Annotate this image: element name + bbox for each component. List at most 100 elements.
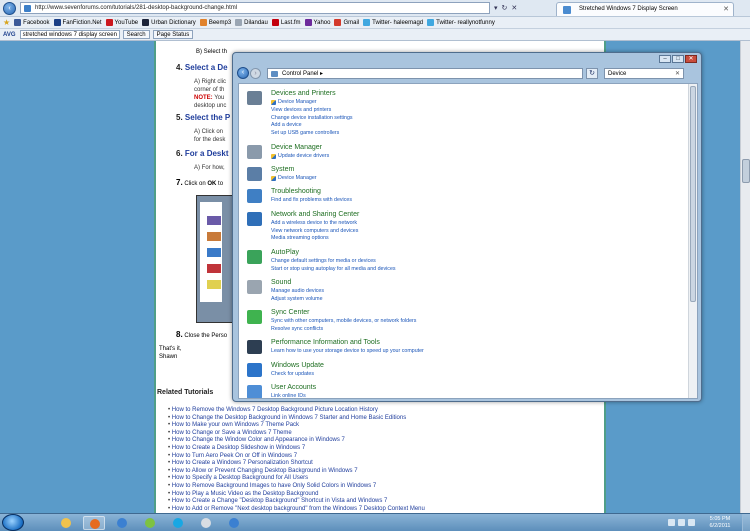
- favorite-link[interactable]: Twitter- haleemagd: [363, 19, 423, 26]
- related-tutorial-item[interactable]: How to Add or Remove "Next desktop backg…: [168, 506, 425, 513]
- related-tutorial-link[interactable]: How to Change the Desktop Background in …: [172, 415, 406, 421]
- taskbar-app-itunes[interactable]: [111, 516, 133, 530]
- category-task-link[interactable]: Adjust system volume: [271, 296, 323, 302]
- related-tutorial-item[interactable]: How to Create a Windows 7 Personalizatio…: [168, 460, 425, 468]
- related-tutorial-link[interactable]: How to Specify a Desktop Background for …: [172, 475, 308, 481]
- category-title-link[interactable]: Troubleshooting: [271, 188, 321, 195]
- related-tutorial-link[interactable]: How to Allow or Prevent Changing Desktop…: [172, 468, 358, 474]
- stop-icon[interactable]: ✕: [511, 4, 517, 12]
- category-task-link[interactable]: Update device drivers: [271, 153, 329, 159]
- cp-back-button[interactable]: ‹: [237, 67, 249, 79]
- category-task-link[interactable]: Change default settings for media or dev…: [271, 258, 376, 264]
- favorite-link[interactable]: YouTube: [105, 19, 138, 26]
- related-tutorial-item[interactable]: How to Remove Background Images to have …: [168, 483, 425, 491]
- related-tutorial-link[interactable]: How to Change the Window Color and Appea…: [172, 437, 345, 443]
- results-scrollbar-thumb[interactable]: [690, 86, 696, 302]
- category-icon[interactable]: [247, 167, 262, 181]
- related-tutorial-item[interactable]: How to Change or Save a Windows 7 Theme: [168, 430, 425, 438]
- category-task-link[interactable]: Sync with other computers, mobile device…: [271, 318, 416, 324]
- category-title-link[interactable]: Sync Center: [271, 309, 310, 316]
- category-icon[interactable]: [247, 385, 262, 398]
- category-task-link[interactable]: Media streaming options: [271, 235, 329, 241]
- results-scrollbar[interactable]: [688, 84, 697, 398]
- taskbar-app-explorer[interactable]: [55, 516, 77, 530]
- related-tutorial-item[interactable]: How to Create a Change "Desktop Backgrou…: [168, 498, 425, 506]
- related-tutorial-item[interactable]: How to Create a Desktop Slideshow in Win…: [168, 445, 425, 453]
- favorite-link[interactable]: FanFiction.Net: [53, 19, 102, 26]
- category-task-link[interactable]: Device Manager: [271, 99, 317, 105]
- category-title-link[interactable]: Network and Sharing Center: [271, 211, 359, 218]
- show-desktop-button[interactable]: [742, 514, 750, 531]
- category-task-link[interactable]: Add a device: [271, 122, 302, 128]
- page-scrollbar-thumb[interactable]: [742, 159, 750, 183]
- toolbar-search-input[interactable]: stretched windows 7 display screen: [19, 30, 120, 39]
- start-button[interactable]: [2, 514, 24, 531]
- back-button[interactable]: ‹: [3, 1, 16, 15]
- related-tutorial-link[interactable]: How to Remove Background Images to have …: [172, 483, 376, 489]
- category-task-link[interactable]: Add a wireless device to the network: [271, 220, 357, 226]
- category-task-link[interactable]: Set up USB game controllers: [271, 130, 339, 136]
- avg-logo[interactable]: AVG: [3, 32, 16, 38]
- favorite-link[interactable]: Yahoo: [304, 19, 330, 26]
- minimize-button[interactable]: –: [659, 55, 671, 63]
- related-tutorial-link[interactable]: How to Make your own Windows 7 Theme Pac…: [172, 422, 299, 428]
- category-title-link[interactable]: Devices and Printers: [271, 90, 336, 97]
- category-task-link[interactable]: Change device installation settings: [271, 115, 353, 121]
- favorite-link[interactable]: Urban Dictionary: [142, 19, 196, 26]
- category-icon[interactable]: [247, 144, 262, 159]
- cp-forward-button[interactable]: ›: [250, 67, 261, 79]
- favorites-star-icon[interactable]: ★: [3, 18, 10, 27]
- category-icon[interactable]: [247, 189, 262, 204]
- tab-active[interactable]: Stretched Windows 7 Display Screen ✕: [556, 2, 734, 16]
- favorite-link[interactable]: Last.fm: [271, 19, 301, 26]
- refresh-icon[interactable]: ↻: [502, 4, 508, 12]
- related-tutorial-item[interactable]: How to Remove the Windows 7 Desktop Back…: [168, 407, 425, 415]
- category-icon[interactable]: [247, 280, 262, 294]
- clear-search-icon[interactable]: ✕: [675, 69, 680, 79]
- category-task-link[interactable]: View network computers and devices: [271, 228, 358, 234]
- page-status-button[interactable]: Page Status: [152, 30, 194, 39]
- favorite-link[interactable]: Beemp3: [199, 19, 231, 26]
- category-icon[interactable]: [247, 249, 262, 264]
- category-icon[interactable]: [247, 211, 262, 226]
- favorite-link[interactable]: Facebook: [14, 19, 50, 26]
- related-tutorial-item[interactable]: How to Turn Aero Peek On or Off in Windo…: [168, 453, 425, 461]
- taskbar-app-skype[interactable]: [167, 516, 189, 530]
- tab-close-icon[interactable]: ✕: [723, 3, 729, 16]
- cp-breadcrumb[interactable]: Control Panel ▸: [267, 67, 583, 79]
- close-button[interactable]: ✕: [685, 55, 697, 63]
- network-icon[interactable]: [678, 519, 685, 526]
- related-tutorial-link[interactable]: How to Create a Change "Desktop Backgrou…: [172, 498, 388, 504]
- taskbar-app-firefox[interactable]: [83, 516, 105, 530]
- tray-arrow-icon[interactable]: [668, 519, 675, 526]
- category-icon[interactable]: [247, 91, 262, 105]
- related-tutorial-item[interactable]: How to Make your own Windows 7 Theme Pac…: [168, 422, 425, 430]
- category-task-link[interactable]: Resolve sync conflicts: [271, 326, 323, 332]
- category-title-link[interactable]: Device Manager: [271, 144, 322, 151]
- related-tutorial-link[interactable]: How to Change or Save a Windows 7 Theme: [172, 430, 292, 436]
- category-task-link[interactable]: Find and fix problems with devices: [271, 197, 352, 203]
- category-icon[interactable]: [247, 362, 262, 377]
- related-tutorial-link[interactable]: How to Remove the Windows 7 Desktop Back…: [172, 407, 378, 413]
- favorite-link[interactable]: Dilandau: [235, 19, 268, 26]
- related-tutorial-item[interactable]: How to Change the Window Color and Appea…: [168, 437, 425, 445]
- favorite-link[interactable]: Gmail: [334, 19, 359, 26]
- related-tutorial-item[interactable]: How to Play a Music Video as the Desktop…: [168, 491, 425, 499]
- related-tutorial-link[interactable]: How to Add or Remove "Next desktop backg…: [172, 506, 425, 512]
- cp-search-input[interactable]: Device ✕: [604, 67, 684, 79]
- category-task-link[interactable]: Device Manager: [271, 175, 317, 181]
- category-task-link[interactable]: Link online IDs: [271, 393, 306, 398]
- taskbar-app-windows-live[interactable]: [139, 516, 161, 530]
- url-field[interactable]: http://www.sevenforums.com/tutorials/281…: [20, 2, 490, 14]
- page-scrollbar[interactable]: [740, 41, 750, 513]
- category-task-link[interactable]: View devices and printers: [271, 107, 331, 113]
- related-tutorial-link[interactable]: How to Create a Desktop Slideshow in Win…: [172, 445, 305, 451]
- favorite-link[interactable]: Twitter- reallynotfunny: [427, 19, 495, 26]
- taskbar-app-itunes[interactable]: [223, 516, 245, 530]
- clock[interactable]: 5:05 PM 6/2/2011: [698, 516, 742, 530]
- related-tutorial-item[interactable]: How to Allow or Prevent Changing Desktop…: [168, 468, 425, 476]
- category-title-link[interactable]: Windows Update: [271, 362, 324, 369]
- category-title-link[interactable]: System: [271, 166, 294, 173]
- category-title-link[interactable]: Performance Information and Tools: [271, 339, 380, 346]
- control-panel-titlebar[interactable]: [233, 53, 701, 64]
